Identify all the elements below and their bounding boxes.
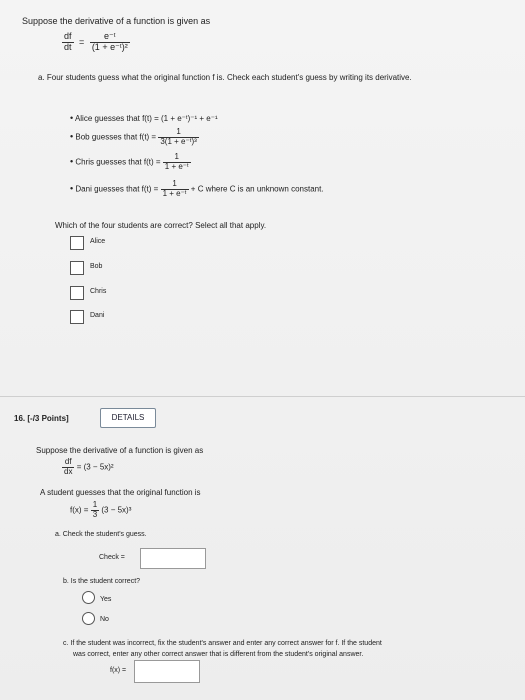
q16-part-c-line2: was correct, enter any other correct ans… (73, 651, 364, 658)
bob-fraction: 1 3(1 + e⁻ᵗ)³ (158, 127, 199, 146)
radio-yes[interactable] (82, 591, 95, 604)
q16-points: [-/3 Points] (27, 414, 69, 423)
q16-part-c-line1: c. If the student was incorrect, fix the… (63, 640, 382, 647)
q16-number: 16. (14, 414, 26, 423)
student-chris: • Chris guesses that f(t) = 1 1 + e⁻ᵗ (70, 152, 191, 171)
question-divider (0, 396, 525, 397)
fx-input[interactable] (134, 660, 200, 683)
q15-select-prompt: Which of the four students are correct? … (55, 221, 267, 230)
q15-part-a: a. Four students guess what the original… (38, 73, 412, 82)
deriv-rhs-fraction: e⁻ᵗ (1 + e⁻ᵗ)² (89, 31, 130, 52)
fx-label: f(x) = (110, 667, 127, 674)
deriv-lhs-fraction: df dt (62, 31, 74, 52)
q16-header: 16. [-/3 Points] (14, 414, 69, 423)
radio-no-label: No (100, 616, 109, 623)
details-button[interactable]: DETAILS (100, 408, 156, 428)
q16-guess-fraction: 1 3 (90, 500, 100, 519)
q16-guess-expression: f(x) = 1 3 (3 − 5x)³ (70, 500, 132, 519)
student-alice: • Alice guesses that f(t) = (1 + e⁻ᵗ)⁻¹ … (70, 113, 218, 123)
page: Suppose the derivative of a function is … (0, 0, 525, 700)
q16-intro: Suppose the derivative of a function is … (36, 446, 204, 455)
student-bob: • Bob guesses that f(t) = 1 3(1 + e⁻ᵗ)³ (70, 127, 199, 146)
q15-derivative-expression: df dt = e⁻ᵗ (1 + e⁻ᵗ)² (62, 31, 130, 52)
checkbox-bob[interactable] (70, 261, 84, 275)
checkbox-alice[interactable] (70, 236, 84, 250)
checkbox-dani[interactable] (70, 310, 84, 324)
option-label-dani: Dani (90, 312, 105, 319)
q16-derivative-expression: df dx = (3 − 5x)² (62, 457, 114, 476)
option-label-chris: Chris (90, 288, 107, 295)
dani-fraction: 1 1 + e⁻ᵗ (160, 179, 189, 198)
check-input[interactable] (140, 548, 206, 569)
q16-guess-text: A student guesses that the original func… (40, 488, 201, 497)
option-label-bob: Bob (90, 263, 103, 270)
q15-intro: Suppose the derivative of a function is … (22, 16, 211, 26)
chris-fraction: 1 1 + e⁻ᵗ (162, 152, 191, 171)
radio-no[interactable] (82, 612, 95, 625)
student-dani: • Dani guesses that f(t) = 1 1 + e⁻ᵗ + C… (70, 179, 324, 198)
radio-yes-label: Yes (100, 596, 112, 603)
check-label: Check = (99, 554, 125, 561)
checkbox-chris[interactable] (70, 286, 84, 300)
q16-part-a: a. Check the student's guess. (55, 531, 147, 538)
option-label-alice: Alice (90, 238, 106, 245)
q16-part-b: b. Is the student correct? (63, 578, 141, 585)
q16-deriv-fraction: df dx (62, 457, 75, 476)
